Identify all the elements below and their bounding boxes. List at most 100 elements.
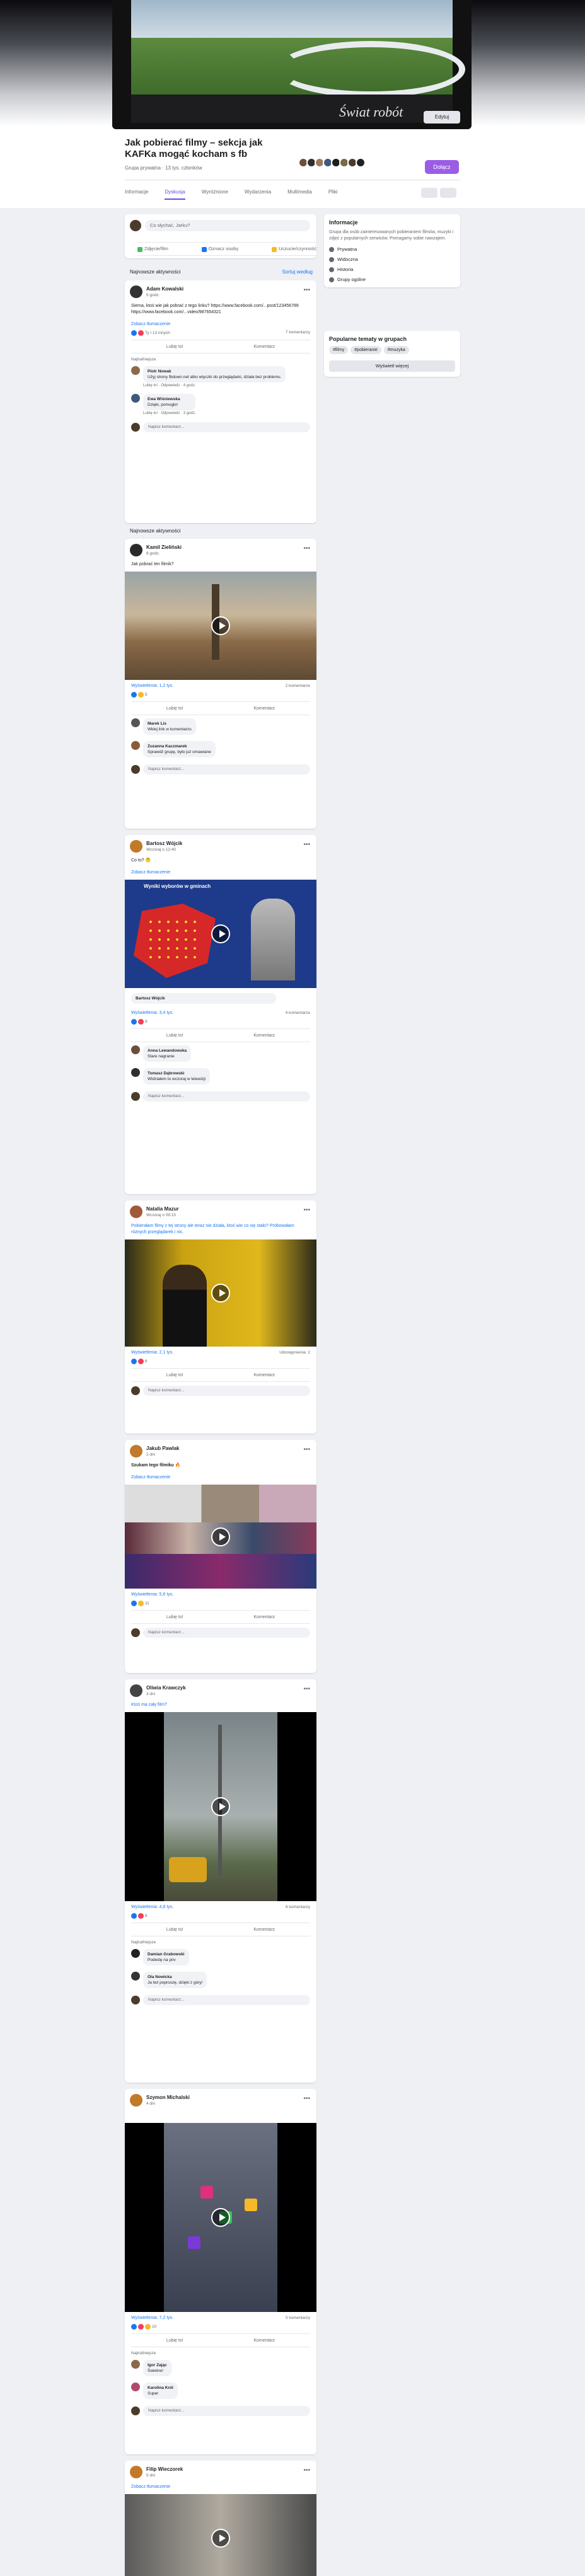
play-icon[interactable] — [211, 924, 230, 943]
reactions[interactable]: 11 — [131, 1601, 149, 1606]
comment-input[interactable]: Napisz komentarz... — [143, 422, 310, 432]
avatar[interactable] — [131, 1045, 140, 1054]
comment-author[interactable]: Ola Nowicka — [148, 1974, 202, 1980]
play-icon[interactable] — [211, 616, 230, 635]
reactions[interactable]: 9 — [131, 1019, 148, 1025]
post-author[interactable]: Szymon Michalski — [146, 2095, 190, 2100]
comment-meta[interactable]: Lubię to! · Odpowiedz · 4 godz. — [143, 384, 286, 388]
comment-count[interactable]: 4 komentarze — [286, 1011, 310, 1015]
comment-author[interactable]: Karolina Król — [148, 2385, 173, 2391]
avatar[interactable] — [130, 1445, 142, 1458]
post-time[interactable]: 2 dni — [146, 1452, 155, 1457]
like-button[interactable]: Lubię to! — [166, 706, 183, 711]
avatar[interactable] — [130, 1205, 142, 1218]
post-time[interactable]: 5 dni — [146, 2473, 155, 2478]
avatar[interactable] — [131, 394, 140, 403]
like-button[interactable]: Lubię to! — [166, 345, 183, 349]
post-time[interactable]: 8 godz. — [146, 551, 159, 556]
comment-author[interactable]: Piotr Nowak — [148, 369, 281, 374]
comment-button[interactable]: Komentarz — [253, 1615, 275, 1619]
avatar[interactable] — [130, 2466, 142, 2478]
more-icon[interactable]: ••• — [303, 2467, 310, 2474]
post-author[interactable]: Natalia Mazur — [146, 1206, 179, 1212]
avatar[interactable] — [131, 718, 140, 727]
comment-input[interactable]: Napisz komentarz... — [143, 1628, 310, 1638]
reactions[interactable]: 5 — [131, 692, 148, 698]
like-button[interactable]: Lubię to! — [166, 1928, 183, 1932]
topic-chip[interactable]: #muzyka — [383, 346, 409, 354]
comment-author[interactable]: Marek Lis — [148, 721, 192, 727]
feeling-button[interactable]: Uczucie/czynność — [271, 246, 316, 252]
comment-count[interactable]: 5 komentarzy — [286, 2316, 310, 2320]
post-video[interactable] — [125, 1485, 316, 1589]
translation-link[interactable]: Zobacz tłumaczenie — [125, 1473, 316, 1485]
post-video[interactable] — [125, 2123, 316, 2312]
shared-author[interactable]: Bartosz Wójcik — [136, 996, 272, 1001]
like-button[interactable]: Lubię to! — [166, 1373, 183, 1377]
comment-count[interactable]: 2 komentarze — [286, 684, 310, 688]
topic-chip[interactable]: #filmy — [329, 346, 349, 354]
comment-button[interactable]: Komentarz — [253, 1033, 275, 1038]
avatar[interactable] — [131, 1972, 140, 1981]
avatar[interactable] — [131, 366, 140, 375]
reactions[interactable]: Ty i 13 innych — [131, 330, 170, 336]
avatar[interactable] — [131, 1949, 140, 1958]
post-author[interactable]: Adam Kowalski — [146, 286, 183, 292]
reactions[interactable]: 10 — [131, 2324, 156, 2330]
comment-author[interactable]: Igor Zając — [148, 2362, 167, 2368]
post-time[interactable]: Wczoraj o 12:40 — [146, 848, 176, 852]
comment-button[interactable]: Komentarz — [253, 1928, 275, 1932]
comment-button[interactable]: Komentarz — [253, 2338, 275, 2343]
post-time[interactable]: 4 dni — [146, 2102, 155, 2106]
group-name[interactable]: Jak pobierać filmy – sekcja jak KAFKa mo… — [125, 137, 289, 160]
post-video[interactable]: Wyniki wyborów w gminach — [125, 880, 316, 988]
avatar[interactable] — [131, 2360, 140, 2369]
avatar[interactable] — [130, 285, 142, 298]
avatar[interactable] — [130, 2094, 142, 2107]
tab-discussion[interactable]: Dyskusja — [165, 189, 185, 200]
more-icon[interactable]: ••• — [303, 287, 310, 294]
avatar[interactable] — [131, 741, 140, 750]
comment-button[interactable]: Komentarz — [253, 345, 275, 349]
post-author[interactable]: Bartosz Wójcik — [146, 841, 182, 846]
comment-author[interactable]: Damian Grabowski — [148, 1952, 185, 1957]
tab-files[interactable]: Pliki — [328, 189, 338, 200]
like-button[interactable]: Lubię to! — [166, 2338, 183, 2343]
more-icon[interactable]: ••• — [303, 1446, 310, 1453]
comment-author[interactable]: Zuzanna Kaczmarek — [148, 744, 211, 749]
reactions[interactable]: 6 — [131, 1359, 148, 1364]
comment-input[interactable]: Napisz komentarz... — [143, 2406, 310, 2416]
play-icon[interactable] — [211, 2208, 230, 2227]
comment-author[interactable]: Anna Lewandowska — [148, 1048, 187, 1054]
edit-cover-button[interactable]: Edytuj — [424, 111, 460, 124]
tab-media[interactable]: Multimedia — [287, 189, 312, 200]
more-icon[interactable] — [440, 188, 456, 198]
post-author[interactable]: Filip Wieczorek — [146, 2466, 183, 2472]
reactions[interactable]: 8 — [131, 1913, 148, 1919]
play-icon[interactable] — [211, 1797, 230, 1816]
like-button[interactable]: Lubię to! — [166, 1033, 183, 1038]
post-time[interactable]: 3 dni — [146, 1692, 155, 1696]
translation-link[interactable]: Zobacz tłumaczenie — [125, 2482, 316, 2494]
avatar[interactable] — [130, 544, 142, 556]
sort-link[interactable]: Sortuj według — [282, 269, 313, 275]
play-icon[interactable] — [211, 1284, 230, 1302]
comment-sort[interactable]: Najtrafniejsze — [125, 1936, 316, 1946]
comment-author[interactable]: Ewa Wiśniewska — [148, 396, 191, 402]
member-avatars[interactable] — [298, 158, 366, 168]
search-icon[interactable] — [421, 188, 437, 198]
join-button[interactable]: Dołącz — [425, 160, 459, 174]
topic-chip[interactable]: #pobieranie — [350, 346, 381, 354]
play-icon[interactable] — [211, 2529, 230, 2548]
comment-input[interactable]: Napisz komentarz... — [143, 764, 310, 774]
tab-events[interactable]: Wydarzenia — [245, 189, 271, 200]
more-icon[interactable]: ••• — [303, 1686, 310, 1693]
see-more-button[interactable]: Wyświetl więcej — [329, 360, 455, 372]
composer-input[interactable]: Co słychać, Jarku? — [145, 220, 310, 231]
post-video[interactable] — [125, 1712, 316, 1901]
post-video[interactable] — [125, 2494, 316, 2576]
comment-count[interactable]: 7 komentarzy — [286, 330, 310, 336]
avatar[interactable] — [130, 840, 142, 853]
more-icon[interactable]: ••• — [303, 545, 310, 552]
play-icon[interactable] — [211, 1527, 230, 1546]
